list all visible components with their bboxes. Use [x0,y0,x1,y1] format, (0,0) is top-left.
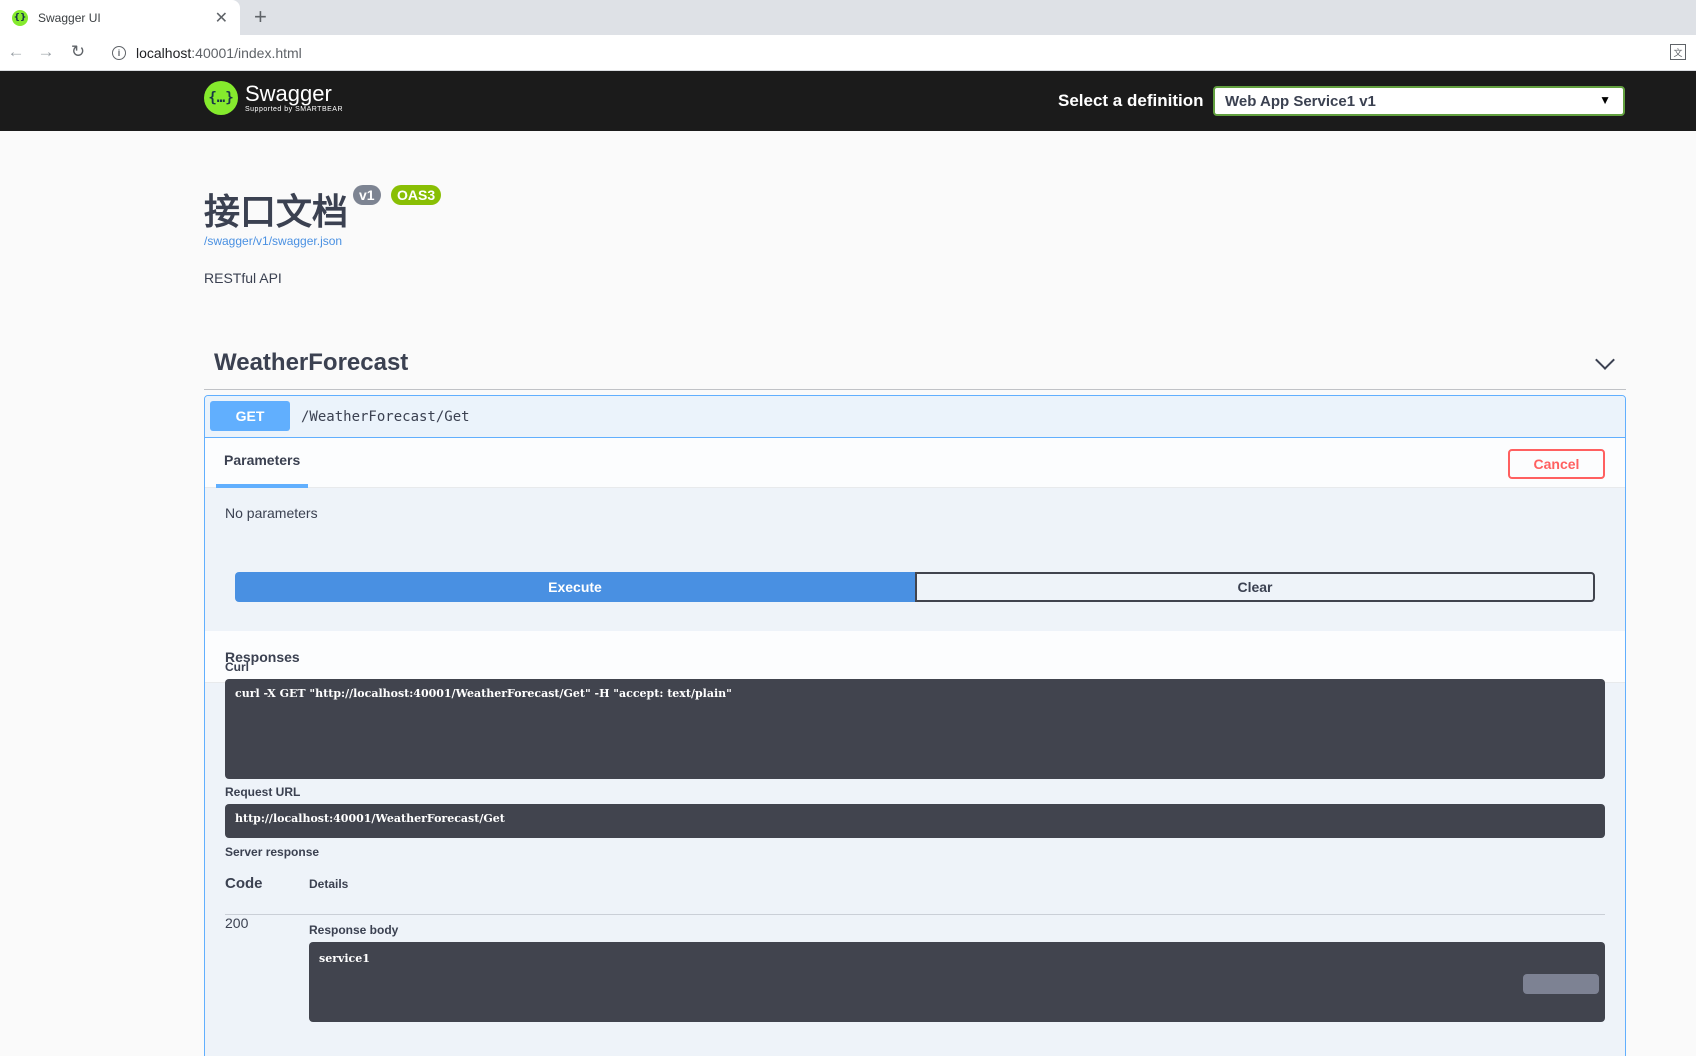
http-method-badge: GET [210,401,290,431]
details-column-header: Details [309,877,349,891]
request-url-label: Request URL [225,785,301,799]
select-definition-label: Select a definition [1058,91,1204,110]
browser-toolbar: ← → ↻ i localhost:40001/index.html 文 [0,35,1696,71]
forward-arrow-icon[interactable]: → [36,42,56,62]
execute-wrapper: Execute Clear [235,572,1595,602]
site-info-icon[interactable]: i [112,46,126,60]
swagger-logo[interactable]: {…} Swagger Supported by SMARTBEAR [204,81,343,115]
operation-get-weatherforecast: GET /WeatherForecast/Get Parameters Canc… [204,395,1626,1056]
download-button[interactable] [1523,974,1599,994]
response-table-header: Code Details [225,875,1605,915]
close-tab-icon[interactable]: ✕ [215,8,228,28]
tag-name: WeatherForecast [214,349,409,376]
tab-parameters[interactable]: Parameters [216,452,309,488]
cancel-button[interactable]: Cancel [1508,449,1605,479]
tab-title: Swagger UI [38,10,101,25]
tag-header-weatherforecast[interactable]: WeatherForecast [204,345,1626,390]
logo-name: Swagger [245,81,332,106]
logo-subtitle: Supported by SMARTBEAR [245,106,344,113]
back-arrow-icon[interactable]: ← [6,42,26,62]
responses-header: Responses [205,631,1625,683]
spec-json-link[interactable]: /swagger/v1/swagger.json [204,234,342,248]
operation-path: /WeatherForecast/Get [301,409,470,425]
response-body-block[interactable]: service1 [309,942,1605,1022]
execute-button[interactable]: Execute [235,572,915,602]
api-title: 接口文档 [204,191,349,232]
code-column-header: Code [225,875,263,892]
url-text: localhost:40001/index.html [136,45,302,61]
reload-icon[interactable]: ↻ [68,42,88,62]
clear-button[interactable]: Clear [915,572,1595,602]
swagger-topbar: {…} Swagger Supported by SMARTBEAR Selec… [0,71,1696,131]
translate-icon[interactable]: 文 [1670,44,1686,60]
version-badge: v1 [353,185,381,205]
response-body-text: service1 [319,952,370,965]
new-tab-icon[interactable]: + [254,4,267,30]
browser-tab-bar: {} Swagger UI ✕ + [0,0,1696,35]
swagger-favicon-icon: {} [12,9,28,26]
response-body-label: Response body [309,923,399,937]
parameters-header: Parameters Cancel [205,438,1625,488]
curl-command-block[interactable]: curl -X GET "http://localhost:40001/Weat… [225,679,1605,779]
collapse-chevron-icon[interactable] [1595,350,1615,370]
swagger-logo-icon: {…} [204,81,238,115]
definition-select[interactable]: Web App Service1 v1 ▼ [1213,86,1625,116]
chevron-down-icon: ▼ [1599,93,1611,107]
curl-label: Curl [225,660,249,674]
no-parameters-text: No parameters [225,505,318,521]
operation-summary[interactable]: GET /WeatherForecast/Get [205,396,1625,438]
address-bar[interactable]: i localhost:40001/index.html [104,39,1654,67]
browser-tab[interactable]: {} Swagger UI ✕ [0,0,240,35]
response-code: 200 [225,915,249,931]
server-response-label: Server response [225,845,320,859]
api-description: RESTful API [204,270,282,286]
oas-badge: OAS3 [391,185,442,205]
selected-definition: Web App Service1 v1 [1225,92,1376,110]
request-url-block[interactable]: http://localhost:40001/WeatherForecast/G… [225,804,1605,838]
